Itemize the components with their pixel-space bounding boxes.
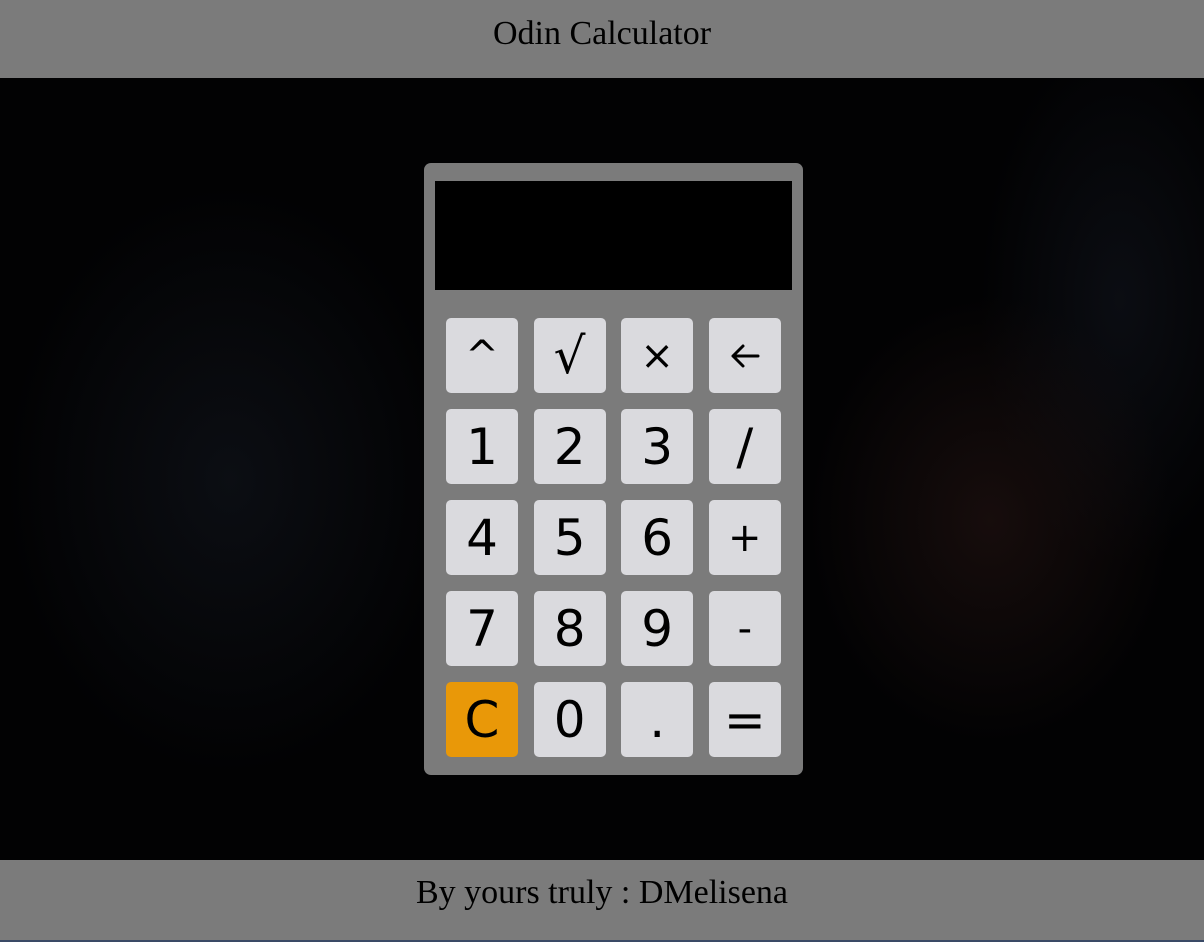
- equals-button[interactable]: =: [708, 682, 781, 757]
- calculator-display: [435, 181, 792, 290]
- digit-0-button[interactable]: 0: [533, 682, 606, 757]
- square-root-button[interactable]: √: [533, 318, 606, 393]
- digit-3-button[interactable]: 3: [621, 409, 694, 484]
- digit-6-button[interactable]: 6: [621, 500, 694, 575]
- digit-5-button[interactable]: 5: [533, 500, 606, 575]
- header: Odin Calculator: [0, 0, 1204, 78]
- digit-7-button[interactable]: 7: [446, 591, 518, 666]
- digit-1-button[interactable]: 1: [446, 409, 518, 484]
- add-button[interactable]: +: [708, 500, 781, 575]
- power-button[interactable]: ^: [446, 318, 518, 393]
- page: Odin Calculator ^ √ × 1 2 3 / 4 5 6 + 7 …: [0, 0, 1204, 942]
- digit-2-button[interactable]: 2: [533, 409, 606, 484]
- digit-8-button[interactable]: 8: [533, 591, 606, 666]
- digit-4-button[interactable]: 4: [446, 500, 518, 575]
- digit-9-button[interactable]: 9: [621, 591, 694, 666]
- arrow-left-icon: [731, 344, 760, 367]
- decimal-point-button[interactable]: .: [621, 682, 694, 757]
- clear-button[interactable]: C: [446, 682, 518, 757]
- backspace-button[interactable]: [708, 318, 781, 393]
- page-title: Odin Calculator: [492, 15, 712, 52]
- keypad: ^ √ × 1 2 3 / 4 5 6 + 7 8 9 - C 0 . =: [446, 318, 781, 757]
- calculator: ^ √ × 1 2 3 / 4 5 6 + 7 8 9 - C 0 . =: [424, 163, 803, 775]
- subtract-button[interactable]: -: [708, 591, 781, 666]
- footer: By yours truly : DMelisena: [0, 860, 1204, 942]
- multiply-button[interactable]: ×: [621, 318, 694, 393]
- footer-credit: By yours truly : DMelisena: [415, 874, 789, 911]
- divide-button[interactable]: /: [708, 409, 781, 484]
